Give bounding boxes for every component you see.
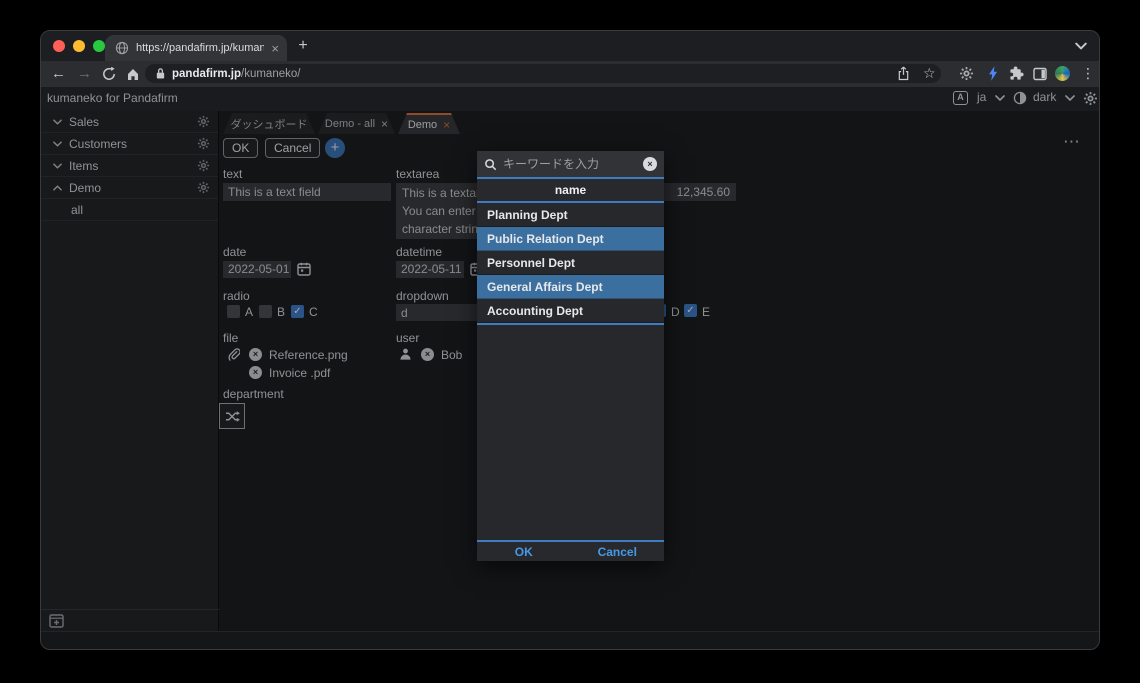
reload-icon[interactable]	[102, 67, 116, 81]
popup-cancel-button[interactable]: Cancel	[571, 542, 665, 561]
popup-option-public-relation[interactable]: Public Relation Dept	[477, 227, 664, 251]
url-domain: pandafirm.jp	[172, 68, 241, 80]
url-path: /kumaneko/	[241, 68, 300, 80]
window-minimize-button[interactable]	[73, 40, 85, 52]
extension-gear-icon[interactable]	[959, 66, 974, 81]
popup-search-bar: ×	[477, 151, 664, 177]
popup-ok-button[interactable]: OK	[477, 542, 571, 561]
popup-option-planning[interactable]: Planning Dept	[477, 203, 664, 227]
popup-empty-area	[477, 325, 664, 540]
forward-icon[interactable]: →	[77, 66, 92, 82]
browser-tab-strip: https://pandafirm.jp/kumaneko × +	[41, 31, 1099, 61]
tab-search-chevron-icon[interactable]	[1075, 42, 1087, 50]
popup-option-accounting[interactable]: Accounting Dept	[477, 299, 664, 323]
new-tab-button[interactable]: +	[293, 36, 313, 56]
browser-tab[interactable]: https://pandafirm.jp/kumaneko ×	[105, 35, 287, 61]
side-panel-icon[interactable]	[1033, 67, 1047, 81]
department-select-popup: × name Planning Dept Public Relation Dep…	[477, 151, 664, 561]
window-zoom-button[interactable]	[93, 40, 105, 52]
browser-window: https://pandafirm.jp/kumaneko × + ← → pa…	[40, 30, 1100, 650]
address-bar[interactable]: pandafirm.jp/kumaneko/	[145, 64, 941, 83]
lightning-extension-icon[interactable]	[989, 66, 998, 81]
home-icon[interactable]	[126, 67, 140, 81]
lock-icon	[155, 67, 166, 80]
popup-search-input[interactable]	[503, 157, 637, 171]
share-icon[interactable]	[897, 66, 910, 81]
browser-tab-title: https://pandafirm.jp/kumaneko	[136, 42, 264, 54]
popup-footer: OK Cancel	[477, 542, 664, 561]
clear-search-icon[interactable]: ×	[643, 157, 657, 171]
back-icon[interactable]: ←	[51, 66, 66, 82]
tab-close-icon[interactable]: ×	[271, 42, 279, 55]
popup-column-header: name	[477, 179, 664, 201]
search-icon	[484, 158, 497, 171]
popup-option-personnel[interactable]: Personnel Dept	[477, 251, 664, 275]
popup-option-general-affairs[interactable]: General Affairs Dept	[477, 275, 664, 299]
globe-favicon-icon	[115, 41, 129, 55]
bookmark-star-icon[interactable]: ☆	[923, 65, 936, 81]
profile-avatar[interactable]	[1055, 66, 1070, 81]
browser-menu-icon[interactable]: ⋮	[1081, 65, 1095, 81]
extensions-puzzle-icon[interactable]	[1009, 66, 1024, 81]
window-close-button[interactable]	[53, 40, 65, 52]
